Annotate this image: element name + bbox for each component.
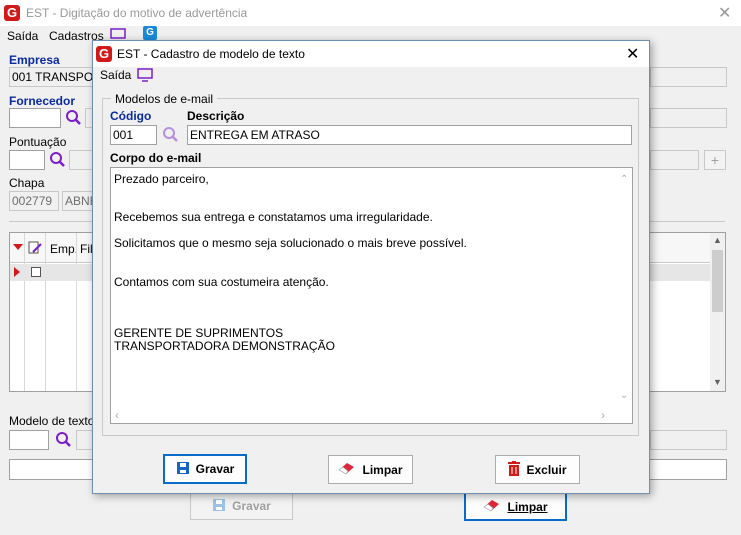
- textarea-horizontal-scrollbar[interactable]: ‹ ›: [111, 408, 616, 423]
- main-save-label: Gravar: [232, 499, 271, 513]
- add-plus-button[interactable]: +: [704, 150, 726, 170]
- text-model-search-icon[interactable]: [55, 431, 72, 448]
- supplier-search-icon[interactable]: [65, 109, 82, 126]
- main-clear-button[interactable]: Limpar: [464, 492, 567, 521]
- scroll-left-icon[interactable]: ‹: [115, 408, 119, 422]
- grid-col-divider: [24, 233, 25, 391]
- main-clear-label: Limpar: [507, 499, 548, 514]
- supplier-field[interactable]: [9, 108, 61, 128]
- scroll-down-icon[interactable]: ▼: [713, 377, 722, 387]
- grid-vertical-scrollbar[interactable]: ▲ ▼: [710, 233, 725, 391]
- scroll-up-icon[interactable]: ⌃: [620, 174, 628, 185]
- plate-name-field: ABNE: [62, 191, 94, 211]
- app-shortcut-icon[interactable]: G: [143, 26, 157, 40]
- email-body-line: TRANSPORTADORA DEMONSTRAÇÃO: [114, 339, 335, 353]
- code-label: Código: [110, 109, 152, 123]
- code-search-icon[interactable]: [162, 126, 179, 143]
- score-search-icon[interactable]: [49, 151, 66, 168]
- current-row-indicator-icon: [14, 267, 20, 277]
- group-label: Modelos de e-mail: [111, 92, 218, 106]
- supplier-name-field-right: [650, 108, 727, 128]
- score-name-field: [69, 150, 93, 170]
- dialog-save-label: Gravar: [195, 462, 235, 476]
- main-window-title: EST - Digitação do motivo de advertência: [26, 6, 248, 20]
- grid-col-divider: [76, 233, 77, 391]
- dialog-title: EST - Cadastro de modelo de texto: [117, 47, 305, 61]
- eraser-icon: [483, 498, 501, 515]
- company-field[interactable]: 001 TRANSPOR: [9, 67, 99, 87]
- app-logo-icon: G: [4, 5, 20, 21]
- score-name-field-right: [650, 150, 699, 170]
- text-model-label: Modelo de texto: [9, 414, 95, 428]
- plate-label: Chapa: [9, 176, 45, 190]
- email-body-line: Recebemos sua entrega e constatamos uma …: [114, 210, 433, 224]
- main-close-icon[interactable]: ✕: [718, 3, 731, 23]
- main-titlebar: G EST - Digitação do motivo de advertênc…: [0, 0, 741, 26]
- code-field[interactable]: 001: [110, 125, 157, 145]
- email-body-text: Prezado parceiro, Recebemos sua entrega e…: [111, 168, 616, 408]
- email-body-line: Prezado parceiro,: [114, 172, 209, 186]
- company-label: Empresa: [9, 53, 60, 67]
- dialog-titlebar: G EST - Cadastro de modelo de texto ✕: [93, 41, 649, 67]
- trash-icon: [508, 460, 521, 479]
- text-model-dialog: G EST - Cadastro de modelo de texto ✕ Sa…: [92, 40, 650, 494]
- scroll-down-icon[interactable]: ⌄: [620, 390, 628, 401]
- plate-code-field: 002779: [9, 191, 59, 211]
- floppy-disk-icon: [176, 461, 190, 478]
- main-save-button: Gravar: [190, 492, 293, 520]
- dialog-delete-label: Excluir: [526, 462, 567, 477]
- scroll-thumb[interactable]: [712, 250, 723, 312]
- score-label: Pontuação: [9, 135, 67, 149]
- scroll-up-icon[interactable]: ▲: [713, 235, 722, 245]
- sort-down-icon[interactable]: [13, 244, 23, 250]
- grid-col-emp[interactable]: Emp.: [50, 242, 78, 256]
- main-menu-exit[interactable]: Saída: [7, 29, 38, 43]
- dialog-clear-button[interactable]: Limpar: [328, 455, 413, 484]
- email-body-line: Contamos com sua costumeira atenção.: [114, 275, 329, 289]
- email-body-textarea[interactable]: Prezado parceiro, Recebemos sua entrega e…: [110, 167, 633, 424]
- score-field[interactable]: [9, 150, 45, 170]
- dialog-save-button[interactable]: Gravar: [163, 454, 247, 484]
- company-field-right: [650, 67, 727, 87]
- body-label: Corpo do e-mail: [110, 151, 202, 165]
- dialog-close-icon[interactable]: ✕: [626, 44, 639, 64]
- eraser-icon: [338, 461, 356, 478]
- textarea-vertical-scrollbar[interactable]: ⌃ ⌄: [616, 168, 632, 408]
- grid-col-divider: [45, 233, 46, 391]
- dialog-menu-exit[interactable]: Saída: [100, 68, 131, 82]
- text-model-field[interactable]: [9, 430, 49, 450]
- email-body-line: GERENTE DE SUPRIMENTOS: [114, 326, 284, 340]
- description-field[interactable]: ENTREGA EM ATRASO: [187, 125, 632, 145]
- dialog-clear-label: Limpar: [362, 462, 403, 477]
- dialog-delete-button[interactable]: Excluir: [495, 455, 580, 484]
- edit-document-icon[interactable]: [28, 241, 42, 258]
- email-body-line: Solicitamos que o mesmo seja solucionado…: [114, 236, 467, 250]
- description-label: Descrição: [187, 109, 245, 123]
- text-model-name-field-right: [650, 430, 727, 450]
- floppy-disk-icon: [212, 498, 226, 515]
- dialog-logo-icon: G: [96, 46, 112, 62]
- row-checkbox[interactable]: [31, 267, 41, 277]
- supplier-label: Fornecedor: [9, 94, 76, 108]
- scroll-right-icon[interactable]: ›: [601, 408, 605, 422]
- dialog-monitor-icon[interactable]: [137, 68, 153, 85]
